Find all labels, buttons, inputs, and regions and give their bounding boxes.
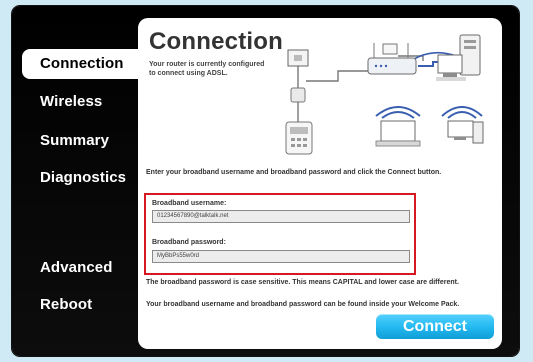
instructions-text: Enter your broadband username and broadb… (146, 169, 442, 176)
network-diagram-illustration (285, 34, 484, 155)
desktop-computer-icon (436, 34, 481, 81)
sidebar-item-connection[interactable]: Connection (22, 49, 154, 79)
username-label: Broadband username: (152, 200, 227, 207)
connection-panel: Connection Your router is currently conf… (138, 18, 502, 349)
laptop-wifi-icon (375, 106, 421, 147)
sidebar-item-reboot[interactable]: Reboot (22, 290, 154, 320)
username-field[interactable]: 01234567890@talktalk.net (152, 210, 410, 223)
connect-button[interactable]: Connect (376, 314, 494, 339)
sidebar-item-wireless[interactable]: Wireless (22, 87, 154, 117)
welcome-pack-note: Your broadband username and broadband pa… (146, 301, 460, 308)
sidebar-nav: Connection Wireless Summary Diagnostics … (22, 0, 156, 362)
telephone-icon (285, 121, 313, 155)
page-title: Connection (149, 28, 283, 55)
phone-socket-icon (287, 49, 309, 67)
pc-wifi-icon (441, 106, 484, 144)
password-label: Broadband password: (152, 239, 226, 246)
password-field[interactable]: MyBbPs55w0rd (152, 250, 410, 263)
sidebar-item-summary[interactable]: Summary (22, 126, 154, 156)
sidebar-item-diagnostics[interactable]: Diagnostics (22, 163, 154, 193)
filter-icon (290, 87, 306, 103)
case-sensitive-note: The broadband password is case sensitive… (146, 279, 459, 286)
connection-description: Your router is currently configured to c… (149, 61, 265, 77)
credentials-box: Broadband username: 01234567890@talktalk… (144, 193, 416, 275)
router-icon (367, 43, 417, 75)
sidebar-item-advanced[interactable]: Advanced (22, 253, 154, 283)
